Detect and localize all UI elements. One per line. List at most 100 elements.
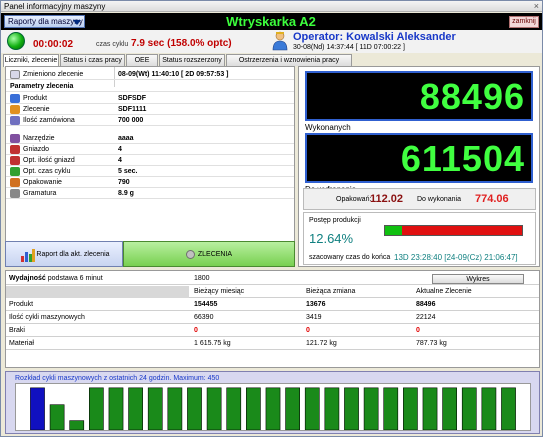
order-param-value: 8.9 g [118,190,134,197]
gear-icon [185,249,195,259]
order-param-label: Gniazdo [23,146,50,153]
order-param-value: SDFSDF [118,95,146,102]
reports-dropdown[interactable]: Raporty dla maszyny [4,15,85,28]
order-param-row: Zlecenie SDF1111 [6,104,294,115]
order-param-label: Opt. czas cyklu [23,168,71,175]
efficiency-value: 1800 [194,275,210,282]
table-row: Materiał 1 615.75 kg 121.72 kg 787.73 kg [6,338,539,350]
order-param-value: aaaa [118,135,134,142]
cycle-time-seconds: 7.9 sec [131,38,165,49]
chart-bar [187,387,202,430]
chart-bar [226,387,242,430]
table-cell: 3419 [306,314,322,321]
table-cell: 1 615.75 kg [194,340,231,347]
orders-button[interactable]: ZLECENIA [123,241,295,267]
progress-box: Postęp produkcji 12.64% szacowany czas d… [303,212,536,265]
machine-panel-window: Panel informacyjny maszyny × Raporty dla… [0,0,543,437]
elapsed-timer: 00:00:02 [33,39,74,50]
row-label: Materiał [9,340,34,347]
close-button[interactable]: zamknij [509,16,539,28]
cycle-time-percent: (158.0% optc) [167,38,232,49]
order-param-row: Gniazdo 4 [6,144,294,155]
order-report-button[interactable]: Raport dla akt. zlecenia [5,241,123,267]
order-param-label: Opakowanie [23,179,62,186]
table-cell: 88496 [416,301,436,308]
progress-percent: 12.64% [309,231,354,246]
table-row: Ilość cykli maszynowych 66390 3419 22124 [6,312,539,324]
chart-bar [246,387,261,430]
todo-label: Do wykonania [417,196,461,203]
tab-extended-status[interactable]: Status rozszerzony [159,54,225,66]
efficiency-columns-row: Bieżący miesiąc Bieżąca zmiana Aktualne … [6,286,539,298]
chart-button[interactable]: Wykres [432,274,524,284]
order-param-row: Narzędzie aaaa [6,133,294,144]
chart-bar [481,387,497,430]
table-cell: 154455 [194,301,218,308]
efficiency-title: Wydajność podstawa 6 minut [9,273,103,285]
product-icon [10,94,20,103]
order-param-row: Opt. ilość gniazd 4 [6,155,294,166]
remaining-count: 611504 [400,138,525,179]
order-changed-label: Zmieniono zlecenie [23,71,84,78]
order-param-value: 700 000 [118,117,144,124]
order-param-value: 5 sec. [118,168,138,175]
columns-spacer [6,286,189,298]
order-param-label: Zlecenie [23,106,50,113]
efficiency-panel: Wydajność podstawa 6 minut 1800 Wykres B… [5,270,540,368]
window-title: Panel informacyjny maszyny [4,2,106,11]
cycle-time-value: 7.9 sec (158.0% optc) [131,38,232,49]
tab-warnings-resumes[interactable]: Ostrzerzenia i wznowienia pracy [226,54,352,66]
socket-icon [10,145,20,154]
order-changed-row: Zmieniono zlecenie 08-09(Wt) 11:40:10 [ … [6,69,294,80]
tool-icon [10,134,20,143]
eta-label: szacowany czas do końca [309,254,391,261]
reports-dropdown-label: Raporty dla maszyny [8,17,83,26]
report-chart-icon [21,249,35,262]
table-cell: 0 [194,327,198,334]
order-param-row: Produkt SDFSDF [6,93,294,104]
produced-label: Wykonanych [305,123,351,132]
quantity-icon [10,116,20,125]
chart-bar [304,387,320,430]
chart-bar [147,387,163,430]
progress-bar [384,225,523,236]
machine-title: Wtryskarka A2 [226,14,316,29]
operator-user-icon [272,31,288,51]
cycles-chart [15,383,531,431]
chart-bar [285,387,300,430]
orders-button-label: ZLECENIA [197,251,233,258]
order-param-row: Gramatura 8.9 g [6,188,294,199]
packs-label: Opakowań: [336,196,372,203]
column-month: Bieżący miesiąc [194,288,245,295]
order-param-label: Ilość zamówiona [23,117,75,124]
package-icon [10,178,20,187]
chart-bar [324,387,340,430]
chart-bar [344,387,359,430]
order-params-heading: Parametry zlecenia [6,81,294,92]
window-close-icon[interactable]: × [534,1,539,12]
todo-value: 774.06 [475,193,509,205]
order-param-row: Ilość zamówiona 700 000 [6,115,294,126]
chart-bar [108,387,124,430]
chart-bar [442,387,457,430]
eta-value: 13D 23:28:40 [24-09(Cz) 21:06:47] [394,253,518,262]
table-cell: 0 [416,327,420,334]
chart-bar [383,387,399,430]
order-param-row: Opt. czas cyklu 5 sec. [6,166,294,177]
progress-bar-fill [385,226,403,235]
chart-title: Rozkład cykli maszynowych z ostatnich 24… [15,375,220,382]
chart-bar [265,387,281,430]
chart-bar [461,387,477,430]
order-param-label: Produkt [23,95,48,102]
row-label: Braki [9,327,25,334]
chart-bar [49,404,65,430]
order-params-title: Parametry zlecenia [10,83,74,90]
weight-icon [10,189,20,198]
table-cell: 0 [306,327,310,334]
tab-oee[interactable]: OEE [126,54,158,66]
tab-status-worktime[interactable]: Status i czas pracy [60,54,125,66]
chart-bar [206,387,222,430]
table-row: Braki 0 0 0 [6,325,539,337]
order-param-value: 4 [118,157,122,164]
produced-count: 88496 [419,76,525,117]
